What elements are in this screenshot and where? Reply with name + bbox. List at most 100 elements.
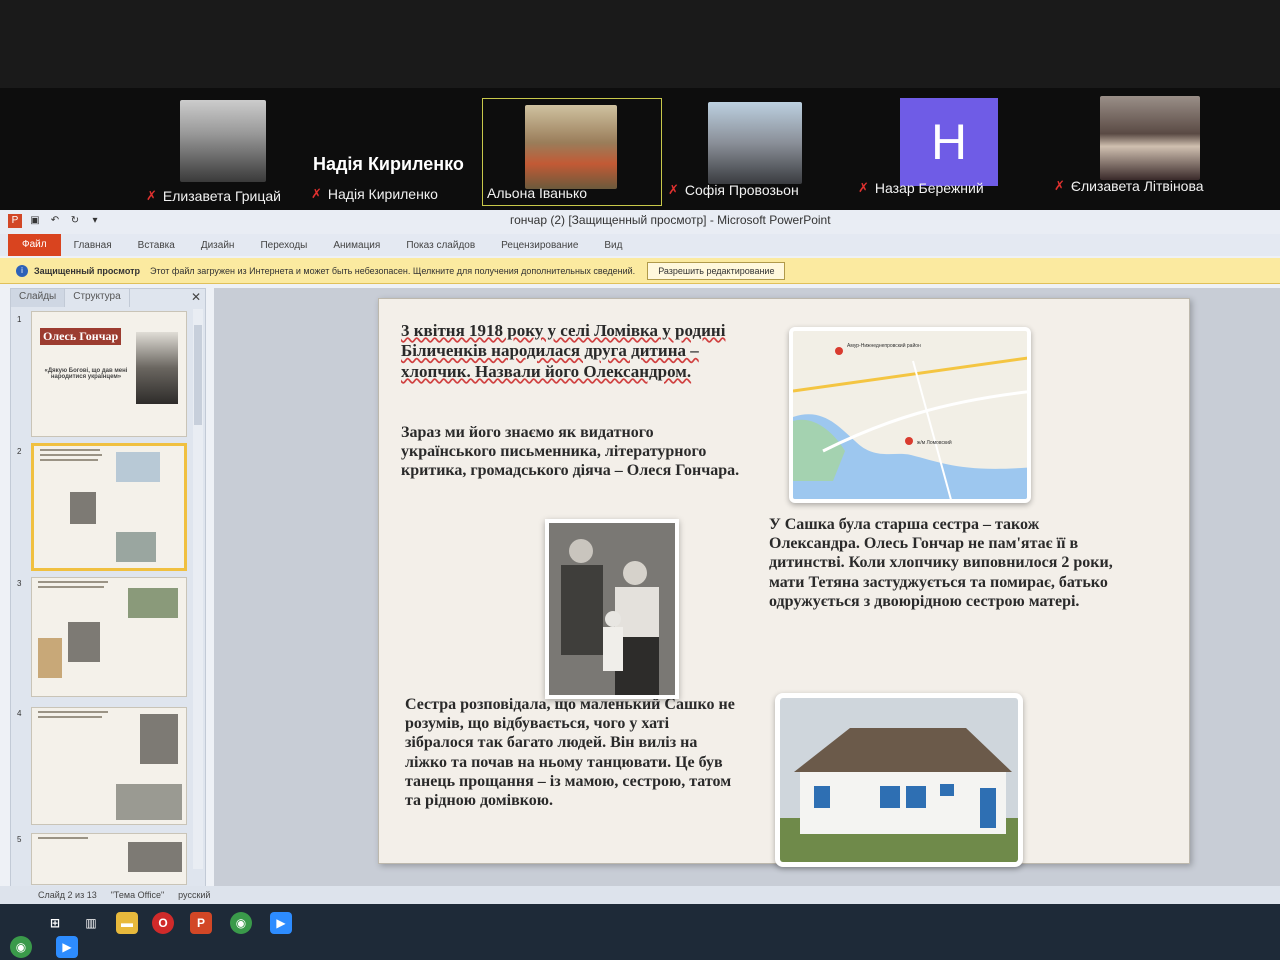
slide-text-sister[interactable]: У Сашка була старша сестра – також Олекс…: [769, 515, 1119, 611]
slide-thumbnail-4[interactable]: [31, 707, 187, 825]
participant-video: [525, 105, 617, 189]
scrollbar-thumb[interactable]: [194, 325, 202, 425]
tab-insert[interactable]: Вставка: [125, 240, 188, 251]
house-photo-graphic: [780, 698, 1018, 862]
close-icon[interactable]: ✕: [191, 290, 201, 304]
zoom-icon[interactable]: ▶: [56, 936, 78, 958]
participant-tile[interactable]: ✗ Єлизавета Літвінова: [1054, 96, 1254, 206]
customize-qat-icon[interactable]: ▾: [88, 214, 102, 228]
participant-name-text: Назар Бережний: [874, 180, 984, 196]
slide-thumbnail-1[interactable]: Олесь Гончар «Дякую Богові, що дав мені …: [31, 311, 187, 437]
participant-avatar: H: [900, 98, 998, 186]
thumbnail-photo: [128, 588, 178, 618]
thumbnail-photo: [140, 714, 178, 764]
participant-tile[interactable]: H ✗ Назар Бережний: [858, 96, 1038, 206]
tab-slides[interactable]: Слайды: [11, 289, 66, 307]
participant-name: ✗ Елизавета Грицай: [146, 188, 281, 204]
slide-thumbnail-5[interactable]: [31, 833, 187, 885]
undo-icon[interactable]: ↶: [48, 214, 62, 228]
mic-muted-icon: ✗: [1054, 178, 1065, 193]
tab-transitions[interactable]: Переходы: [247, 240, 320, 251]
tab-file[interactable]: Файл: [8, 234, 61, 256]
windows-taskbar: ⊞ ▥ ▬ O P ◉ ▶ ◉ ▶: [0, 904, 1280, 960]
thumbnail-text-line: [40, 449, 100, 451]
thumbnail-number: 2: [17, 447, 22, 456]
thumbnail-photo: [70, 492, 96, 524]
ribbon-tabs: Файл Главная Вставка Дизайн Переходы Ани…: [0, 234, 1280, 256]
slide-thumbnail-3[interactable]: [31, 577, 187, 697]
tab-review[interactable]: Рецензирование: [488, 240, 591, 251]
mic-muted-icon: ✗: [668, 182, 679, 197]
tab-view[interactable]: Вид: [591, 240, 635, 251]
thumbnail-map: [116, 452, 160, 482]
title-bar: P ▣ ↶ ↻ ▾ гончар (2) [Защищенный просмот…: [0, 210, 1280, 234]
panel-scrollbar[interactable]: [193, 309, 203, 869]
windows-start-icon[interactable]: ⊞: [44, 912, 66, 934]
participant-tile[interactable]: ✗ Елизавета Грицай: [140, 96, 320, 206]
chrome-icon[interactable]: ◉: [10, 936, 32, 958]
mic-muted-icon: ✗: [858, 180, 869, 195]
participant-name-text: Альона Іванько: [487, 185, 588, 201]
thumbnail-title: Олесь Гончар: [40, 328, 122, 345]
slide-canvas[interactable]: 3 квітня 1918 року у селі Ломівка у роди…: [378, 298, 1190, 867]
thumbnail-portrait: [136, 332, 178, 404]
protected-view-message[interactable]: Этот файл загружен из Интернета и может …: [150, 266, 635, 276]
tab-home[interactable]: Главная: [61, 240, 125, 251]
panel-tabs: Слайды Структура ✕: [11, 289, 205, 307]
slide-thumbnail-2[interactable]: [31, 443, 187, 571]
thumbnail-text-line: [38, 581, 108, 583]
tab-design[interactable]: Дизайн: [188, 240, 248, 251]
thumbnail-number: 3: [17, 579, 22, 588]
family-photo-graphic: [549, 523, 675, 695]
participant-name-text: Елизавета Грицай: [162, 188, 281, 204]
quick-access-toolbar: P ▣ ↶ ↻ ▾: [8, 214, 102, 228]
thumbnail-photo: [128, 842, 182, 872]
participant-tile-active[interactable]: Альона Іванько: [482, 98, 662, 206]
thumbnail-text-line: [40, 454, 102, 456]
participant-name: ✗ Назар Бережний: [858, 180, 984, 196]
zoom-participant-strip: ✗ Елизавета Грицай Надія Кириленко ✗ Над…: [0, 88, 1280, 210]
thumbnail-number: 4: [17, 709, 22, 718]
participant-name: Альона Іванько: [487, 185, 587, 201]
language-indicator[interactable]: русский: [178, 890, 210, 900]
status-bar: Слайд 2 из 13 "Тема Office" русский: [0, 886, 1280, 904]
participant-video: [708, 102, 802, 184]
map-image[interactable]: Амур-Нижнеднепровский район ж/м Ломовски…: [789, 327, 1031, 503]
zoom-icon[interactable]: ▶: [270, 912, 292, 934]
thumbnail-text-line: [38, 586, 104, 588]
tab-slideshow[interactable]: Показ слайдов: [393, 240, 488, 251]
thumbnail-number: 1: [17, 315, 22, 324]
powerpoint-taskbar-icon[interactable]: P: [190, 912, 212, 934]
participant-name-text: Софія Провозьон: [684, 182, 799, 198]
powerpoint-window: P ▣ ↶ ↻ ▾ гончар (2) [Защищенный просмот…: [0, 210, 1280, 910]
house-photo[interactable]: [775, 693, 1023, 867]
participant-name: ✗ Софія Провозьон: [668, 182, 799, 198]
participant-name: ✗ Надія Кириленко: [311, 186, 438, 202]
save-icon[interactable]: ▣: [28, 214, 42, 228]
protected-view-bar: i Защищенный просмотр Этот файл загружен…: [0, 258, 1280, 284]
task-view-icon[interactable]: ▥: [80, 912, 102, 934]
slide-text-birth[interactable]: 3 квітня 1918 року у селі Ломівка у роди…: [401, 321, 741, 382]
chrome-icon[interactable]: ◉: [230, 912, 252, 934]
map-graphic: Амур-Нижнеднепровский район ж/м Ломовски…: [793, 331, 1027, 499]
participant-tile[interactable]: Надія Кириленко ✗ Надія Кириленко: [305, 96, 485, 206]
powerpoint-app-icon[interactable]: P: [8, 214, 22, 228]
thumbnail-photo: [116, 784, 182, 820]
slide-text-farewell[interactable]: Сестра розповідала, що маленький Сашко н…: [405, 695, 735, 810]
participant-tile[interactable]: ✗ Софія Провозьон: [668, 96, 848, 206]
redo-icon[interactable]: ↻: [68, 214, 82, 228]
slide-text-writer[interactable]: Зараз ми його знаємо як видатного україн…: [401, 423, 741, 481]
family-photo[interactable]: [545, 519, 679, 699]
tab-outline[interactable]: Структура: [65, 289, 130, 307]
enable-editing-button[interactable]: Разрешить редактирование: [647, 261, 786, 280]
mic-muted-icon: ✗: [311, 186, 322, 201]
mic-muted-icon: ✗: [146, 188, 157, 203]
thumbnail-text-line: [38, 837, 88, 839]
tab-animations[interactable]: Анимация: [320, 240, 393, 251]
thumbnail-photo: [38, 638, 62, 678]
file-explorer-icon[interactable]: ▬: [116, 912, 138, 934]
thumbnail-photo: [68, 622, 100, 662]
participant-name: ✗ Єлизавета Літвінова: [1054, 178, 1204, 194]
thumbnail-house: [116, 532, 156, 562]
opera-icon[interactable]: O: [152, 912, 174, 934]
